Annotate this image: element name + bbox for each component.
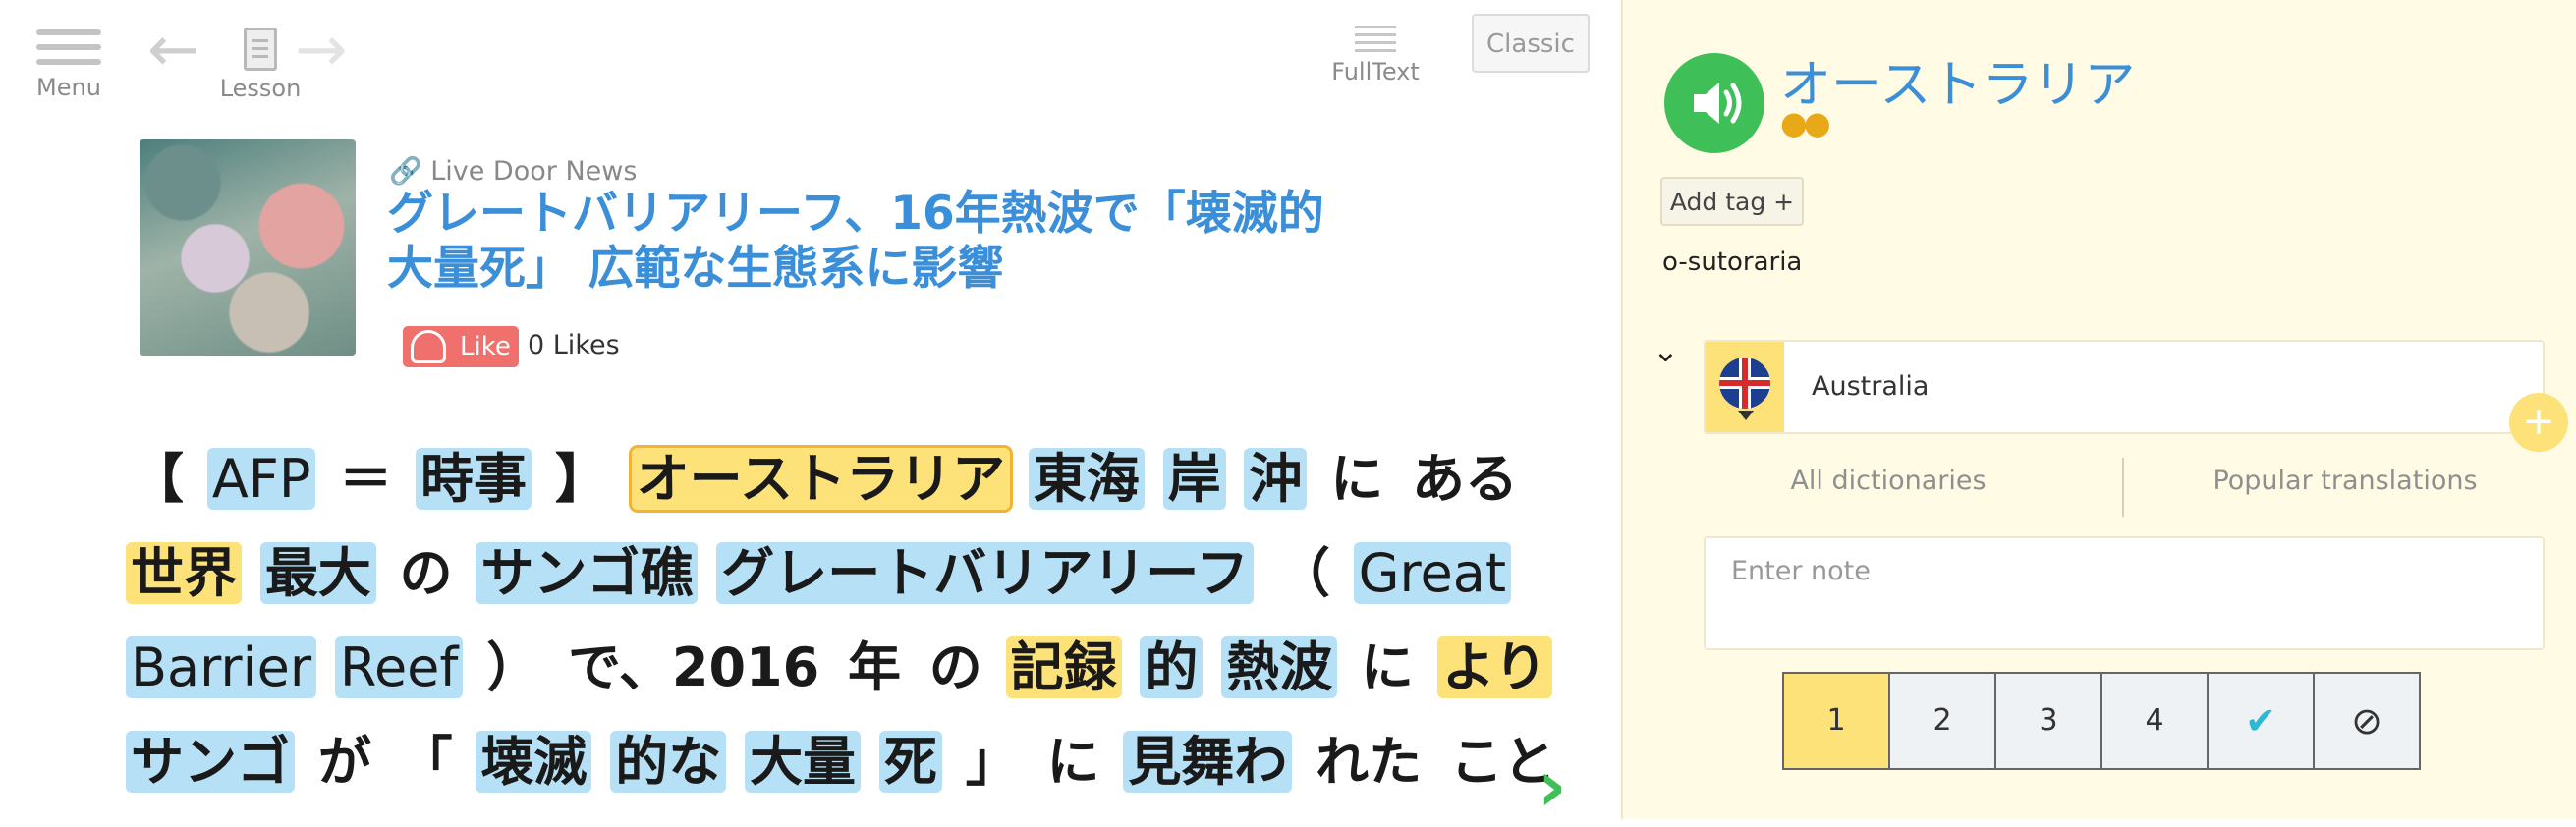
speaker-icon (1694, 83, 1742, 124)
word-token[interactable]: 記録 (1005, 636, 1122, 698)
add-tag-button[interactable]: Add tag + (1660, 177, 1804, 226)
word-token: に (1330, 448, 1384, 510)
word-token[interactable]: 死 (878, 731, 942, 793)
selected-word: オーストラリア (1780, 56, 2136, 115)
status-level-bar: 1 2 3 4 ✔ ⊘ (1782, 672, 2421, 770)
word-token[interactable]: Great (1353, 542, 1511, 604)
text-line: サンゴ が 「 壊滅 的な 大量 死 」 に 見舞わ れた こと (126, 715, 1556, 809)
word-token[interactable]: サンゴ礁 (476, 542, 699, 604)
coins-icon: ●● (1780, 104, 1831, 141)
word-token: 】 (554, 448, 608, 510)
caret-down-icon (1738, 411, 1754, 420)
tab-popular-translations[interactable]: Popular translations (2144, 466, 2547, 496)
chevron-right-icon[interactable]: › (1538, 750, 1567, 821)
word-token[interactable]: AFP (206, 448, 316, 510)
link-icon: 🔗 (389, 156, 422, 187)
lesson-text: 【 AFP ＝ 時事 】 オーストラリア 東海 岸 沖 に ある 世界 最大 の… (126, 432, 1556, 809)
word-panel: オーストラリア ●● Add tag + o-sutoraria ⌄ Austr… (1621, 0, 2576, 819)
level-2-button[interactable]: 2 (1890, 674, 1996, 768)
word-token: 」 (965, 731, 1019, 793)
word-token[interactable]: Barrier (126, 636, 317, 698)
text-lines-icon (1355, 26, 1396, 52)
article-title: グレートバリアリーフ、16年熱波で「壊滅的 大量死」 広範な生態系に影響 (387, 187, 1478, 297)
likes-count: 0 Likes (528, 330, 620, 360)
hamburger-icon (36, 29, 101, 65)
translation-text: Australia (1812, 371, 1930, 402)
word-token: 「 (399, 731, 453, 793)
ignore-button[interactable]: ⊘ (2315, 674, 2419, 768)
level-3-button[interactable]: 3 (1996, 674, 2102, 768)
word-token: に (1046, 731, 1100, 793)
article-source[interactable]: 🔗 Live Door News (389, 155, 637, 187)
fulltext-button[interactable]: FullText (1331, 26, 1420, 85)
known-button[interactable]: ✔ (2209, 674, 2315, 768)
rose-icon (411, 330, 446, 363)
word-token[interactable]: グレートバリアリーフ (716, 542, 1255, 604)
like-label: Like (460, 332, 511, 361)
word-token[interactable]: サンゴ (126, 731, 295, 793)
word-token[interactable]: 見舞わ (1123, 731, 1293, 793)
menu-label: Menu (36, 74, 101, 101)
level-4-button[interactable]: 4 (2102, 674, 2209, 768)
romaji-reading: o-sutoraria (1662, 248, 1803, 277)
word-token: れた (1316, 731, 1423, 793)
word-token: で、2016 (568, 636, 820, 698)
word-token[interactable]: 東海 (1028, 448, 1145, 510)
word-token: ＝ (339, 448, 393, 510)
fulltext-label: FullText (1331, 58, 1420, 85)
level-1-button[interactable]: 1 (1784, 674, 1890, 768)
arrow-right-icon[interactable]: → (295, 19, 348, 82)
text-line: 世界 最大 の サンゴ礁 グレートバリアリーフ （ Great (126, 526, 1511, 621)
word-token[interactable]: Reef (334, 636, 464, 698)
text-line: 【 AFP ＝ 時事 】 オーストラリア 東海 岸 沖 に ある (126, 432, 1518, 526)
word-token: ） (486, 636, 540, 698)
word-token: 年 (847, 636, 901, 698)
word-token: 【 (131, 448, 184, 510)
title-line-2: 大量死」 広範な生態系に影響 (387, 242, 1004, 296)
audio-button[interactable] (1664, 53, 1764, 153)
document-icon (244, 28, 277, 71)
tab-divider (2122, 458, 2124, 517)
tab-all-dictionaries[interactable]: All dictionaries (1741, 466, 2036, 496)
translation-card[interactable]: Australia (1704, 340, 2545, 434)
word-token[interactable]: より (1436, 636, 1552, 698)
menu-button[interactable]: Menu (29, 29, 108, 101)
note-input[interactable]: Enter note (1704, 536, 2545, 650)
arrow-left-icon[interactable]: ← (147, 19, 200, 82)
word-token: が (317, 731, 371, 793)
uk-flag-icon (1719, 358, 1770, 409)
reader-pane: Menu ← Lesson → FullText Classic 🔗 Live … (0, 0, 1621, 821)
source-label: Live Door News (430, 156, 638, 187)
word-token: ある (1412, 448, 1519, 510)
word-token: に (1361, 636, 1415, 698)
chevron-down-icon[interactable]: ⌄ (1652, 332, 1679, 369)
word-token[interactable]: 的 (1140, 636, 1204, 698)
title-line-1: グレートバリアリーフ、16年熱波で「壊滅的 (387, 187, 1324, 241)
word-token[interactable]: 世界 (126, 542, 242, 604)
word-token[interactable]: 時事 (416, 448, 532, 510)
word-token[interactable]: 的な (610, 731, 727, 793)
word-token: の (928, 636, 982, 698)
word-token: の (399, 542, 453, 604)
word-token[interactable]: 熱波 (1221, 636, 1338, 698)
lesson-button[interactable]: Lesson (216, 28, 305, 102)
add-translation-button[interactable]: + (2509, 393, 2568, 452)
flag-box[interactable] (1706, 342, 1784, 432)
word-token[interactable]: 大量 (745, 731, 862, 793)
word-token[interactable]: 沖 (1244, 448, 1308, 510)
like-button[interactable]: Like (403, 326, 519, 367)
word-token[interactable]: オーストラリア (628, 445, 1013, 513)
word-token[interactable]: 最大 (259, 542, 376, 604)
word-token[interactable]: 岸 (1162, 448, 1226, 510)
word-token: （ (1276, 542, 1330, 604)
word-token[interactable]: 壊滅 (476, 731, 592, 793)
text-line: Barrier Reef ） で、2016 年 の 記録 的 熱波 に より (126, 621, 1552, 715)
article-thumbnail (140, 139, 356, 356)
lesson-label: Lesson (219, 75, 302, 102)
classic-button[interactable]: Classic (1472, 14, 1590, 73)
